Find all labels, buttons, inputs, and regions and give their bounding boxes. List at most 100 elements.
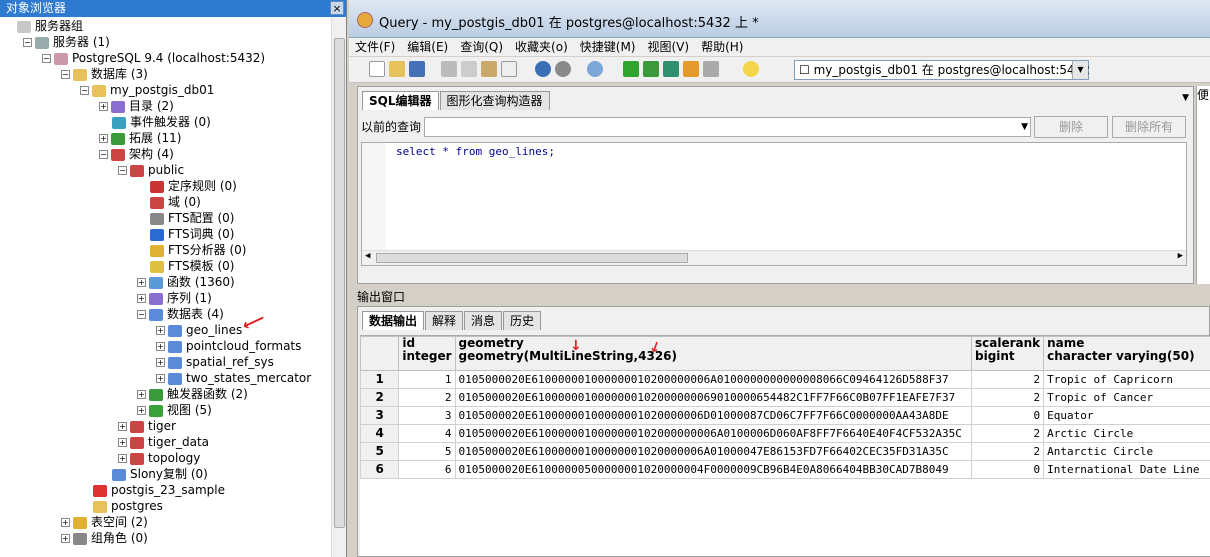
tree-node[interactable]: Slony复制 (0) bbox=[99, 466, 208, 482]
table-cell[interactable]: 0105000020E610000001000000010200000006A0… bbox=[454, 370, 972, 389]
tree-node[interactable]: postgres bbox=[80, 498, 163, 514]
menu-item[interactable]: 收藏夹(o) bbox=[509, 38, 574, 56]
table-cell[interactable]: 3 bbox=[398, 406, 456, 425]
tree-node[interactable]: + geo_lines bbox=[156, 322, 242, 338]
menu-item[interactable]: 查询(Q) bbox=[454, 38, 509, 56]
expand-icon[interactable]: + bbox=[61, 518, 70, 527]
tree-node[interactable]: + spatial_ref_sys bbox=[156, 354, 274, 370]
row-number[interactable]: 3 bbox=[359, 406, 400, 425]
tree-node[interactable]: + 函数 (1360) bbox=[137, 274, 235, 290]
tree-node[interactable]: − PostgreSQL 9.4 (localhost:5432) bbox=[42, 50, 265, 66]
expand-icon[interactable]: + bbox=[61, 534, 70, 543]
table-cell[interactable]: Equator bbox=[1043, 406, 1210, 425]
tree-node[interactable]: 事件触发器 (0) bbox=[99, 114, 211, 130]
collapse-icon[interactable]: − bbox=[23, 38, 32, 47]
delete-button[interactable]: 删除 bbox=[1034, 116, 1108, 138]
redo-icon[interactable] bbox=[555, 61, 571, 77]
table-cell[interactable]: 0 bbox=[970, 460, 1045, 479]
tree-node[interactable]: postgis_23_sample bbox=[80, 482, 225, 498]
collapse-icon[interactable]: − bbox=[99, 150, 108, 159]
tab-explain[interactable]: 解释 bbox=[425, 311, 464, 330]
column-header[interactable]: name character varying(50) bbox=[1043, 336, 1210, 371]
cancel-query-icon[interactable] bbox=[703, 61, 719, 77]
copy-icon[interactable] bbox=[461, 61, 477, 77]
row-number[interactable]: 4 bbox=[359, 424, 400, 443]
collapse-icon[interactable]: − bbox=[80, 86, 89, 95]
tree-node[interactable]: FTS分析器 (0) bbox=[137, 242, 246, 258]
table-cell[interactable]: 4 bbox=[398, 424, 456, 443]
vertical-scrollbar[interactable] bbox=[331, 18, 346, 557]
chevron-down-icon[interactable]: ▼ bbox=[1072, 61, 1088, 79]
table-cell[interactable]: 0105000020E61000000100000001020000006A01… bbox=[454, 442, 972, 461]
scroll-right-icon[interactable]: ▶ bbox=[1178, 251, 1183, 261]
tree-node[interactable]: + 视图 (5) bbox=[137, 402, 212, 418]
tab-data-output[interactable]: 数据输出 bbox=[362, 311, 425, 330]
tree-node[interactable]: + two_states_mercator bbox=[156, 370, 311, 386]
tree-node[interactable]: + 拓展 (11) bbox=[99, 130, 181, 146]
delete-all-button[interactable]: 删除所有 bbox=[1112, 116, 1186, 138]
menu-item[interactable]: 快捷键(M) bbox=[574, 38, 642, 56]
tree-node[interactable]: + 组角色 (0) bbox=[61, 530, 148, 546]
menu-item[interactable]: 视图(V) bbox=[641, 38, 695, 56]
row-number[interactable]: 6 bbox=[359, 460, 400, 479]
expand-icon[interactable]: + bbox=[118, 438, 127, 447]
expand-icon[interactable]: + bbox=[137, 390, 146, 399]
row-number[interactable]: 5 bbox=[359, 442, 400, 461]
tree-node[interactable]: 服务器组 bbox=[4, 18, 83, 34]
expand-icon[interactable]: + bbox=[156, 326, 165, 335]
table-cell[interactable]: Arctic Circle bbox=[1043, 424, 1210, 443]
clear-icon[interactable] bbox=[501, 61, 517, 77]
execute-to-file-icon[interactable] bbox=[663, 61, 679, 77]
collapse-icon[interactable]: − bbox=[42, 54, 51, 63]
sql-editor[interactable]: select * from geo_lines; ◀ ▶ bbox=[361, 142, 1187, 266]
table-row[interactable]: 1 1 0105000020E610000001000000010200000006… bbox=[359, 370, 1210, 389]
tree-node[interactable]: + tiger bbox=[118, 418, 176, 434]
tree-node[interactable]: + 表空间 (2) bbox=[61, 514, 148, 530]
open-icon[interactable] bbox=[389, 61, 405, 77]
table-cell[interactable]: 5 bbox=[398, 442, 456, 461]
tree-node[interactable]: 域 (0) bbox=[137, 194, 201, 210]
tree-node[interactable]: − 架构 (4) bbox=[99, 146, 174, 162]
find-icon[interactable] bbox=[587, 61, 603, 77]
expand-icon[interactable]: + bbox=[99, 102, 108, 111]
cut-icon[interactable] bbox=[441, 61, 457, 77]
row-number[interactable]: 1 bbox=[359, 370, 400, 389]
paste-icon[interactable] bbox=[481, 61, 497, 77]
sql-text[interactable]: select * from geo_lines; bbox=[396, 145, 555, 158]
table-cell[interactable]: 2 bbox=[970, 370, 1045, 389]
collapse-icon[interactable]: − bbox=[61, 70, 70, 79]
table-row[interactable]: 5 5 0105000020E61000000100000001020000006A… bbox=[359, 442, 1210, 461]
save-icon[interactable] bbox=[409, 61, 425, 77]
tree-node[interactable]: + 序列 (1) bbox=[137, 290, 212, 306]
table-cell[interactable]: Tropic of Cancer bbox=[1043, 388, 1210, 407]
scroll-left-icon[interactable]: ◀ bbox=[365, 251, 370, 261]
tree-node[interactable]: FTS配置 (0) bbox=[137, 210, 234, 226]
collapse-icon[interactable]: − bbox=[137, 310, 146, 319]
collapse-icon[interactable]: − bbox=[118, 166, 127, 175]
tree-node[interactable]: + 目录 (2) bbox=[99, 98, 174, 114]
table-cell[interactable]: 1 bbox=[398, 370, 456, 389]
close-icon[interactable]: × bbox=[330, 1, 344, 15]
expand-icon[interactable]: + bbox=[156, 358, 165, 367]
tree-node[interactable]: + topology bbox=[118, 450, 200, 466]
help-icon[interactable] bbox=[743, 61, 759, 77]
menu-item[interactable]: 帮助(H) bbox=[695, 38, 749, 56]
tree-node[interactable]: + 触发器函数 (2) bbox=[137, 386, 248, 402]
tree-node[interactable]: FTS模板 (0) bbox=[137, 258, 234, 274]
table-cell[interactable]: 2 bbox=[970, 442, 1045, 461]
tree-node[interactable]: − 数据库 (3) bbox=[61, 66, 148, 82]
table-cell[interactable]: 0105000020E6100000010000000102000000006A… bbox=[454, 424, 972, 443]
table-cell[interactable]: 0105000020E61000000100000001020000000690… bbox=[454, 388, 972, 407]
table-cell[interactable]: Antarctic Circle bbox=[1043, 442, 1210, 461]
tree-node[interactable]: 定序规则 (0) bbox=[137, 178, 237, 194]
connection-select[interactable]: ☐ my_postgis_db01 在 postgres@localhost:5… bbox=[794, 60, 1090, 80]
scrollbar-thumb[interactable] bbox=[376, 253, 688, 263]
chevron-down-icon[interactable]: ▼ bbox=[1182, 93, 1189, 103]
table-row[interactable]: 2 2 0105000020E610000001000000010200000006… bbox=[359, 388, 1210, 407]
table-cell[interactable]: Tropic of Capricorn bbox=[1043, 370, 1210, 389]
tab-history[interactable]: 历史 bbox=[503, 311, 542, 330]
explain-icon[interactable] bbox=[683, 61, 699, 77]
execute-pgscript-icon[interactable] bbox=[643, 61, 659, 77]
horizontal-scrollbar[interactable]: ◀ ▶ bbox=[362, 250, 1186, 265]
column-header[interactable]: id integer bbox=[398, 336, 456, 371]
